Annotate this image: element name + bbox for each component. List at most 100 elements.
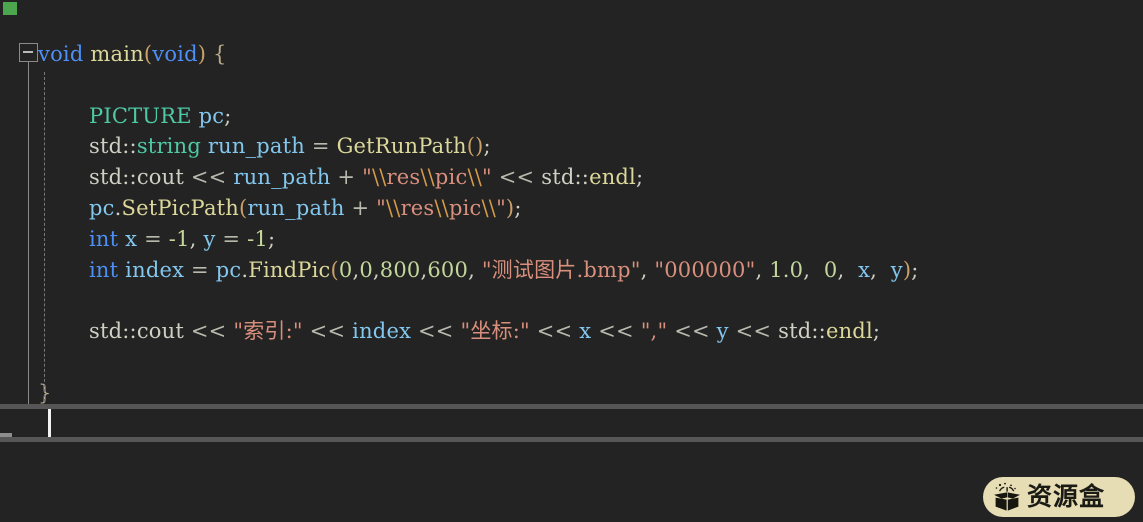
- code-token: ;: [635, 165, 644, 190]
- open-box-icon: [991, 482, 1025, 512]
- code-token: ;: [267, 226, 276, 251]
- code-token: <<: [498, 165, 535, 190]
- code-line[interactable]: pc.SetPicPath(run_path + "\\res\\pic\\")…: [89, 193, 522, 224]
- code-line[interactable]: std::cout << "索引:" << index << "坐标:" << …: [89, 316, 880, 347]
- code-token: 0: [338, 257, 353, 282]
- code-token: pic: [448, 196, 482, 220]
- code-token: ,: [803, 257, 818, 282]
- code-token: ::: [122, 134, 137, 159]
- code-token: (: [330, 257, 339, 282]
- code-token: ;: [872, 319, 881, 344]
- fold-collapse-icon[interactable]: [19, 43, 38, 62]
- code-token: =: [144, 226, 162, 251]
- code-token: ::: [811, 319, 826, 344]
- code-token: \\: [467, 165, 482, 190]
- code-line[interactable]: std::cout << run_path + "\\res\\pic\\" <…: [89, 162, 643, 193]
- code-token: 600: [427, 257, 469, 282]
- code-token: res: [386, 165, 421, 190]
- code-token: =: [311, 134, 330, 159]
- code-token: std: [778, 319, 812, 344]
- code-token: endl: [825, 319, 873, 344]
- code-token: <<: [190, 319, 227, 344]
- code-token: SetPicPath: [121, 196, 240, 220]
- code-line[interactable]: int index = pc.FindPic(0,0,800,600, "测试图…: [89, 255, 919, 286]
- code-token: index: [352, 319, 412, 344]
- indent-guide: [44, 72, 45, 402]
- code-token: cout: [136, 165, 184, 190]
- code-line[interactable]: void main(void) {: [38, 39, 227, 70]
- text-caret: [48, 409, 51, 437]
- code-token: -1: [168, 226, 190, 251]
- code-token: void: [152, 42, 198, 66]
- code-token: {: [213, 42, 227, 66]
- code-token: int: [89, 257, 119, 282]
- code-token: <<: [536, 319, 573, 344]
- code-token: .: [114, 196, 122, 220]
- code-token: <<: [309, 319, 346, 344]
- code-token: pc: [215, 257, 242, 282]
- code-token: ,: [372, 257, 380, 282]
- code-token: void: [38, 42, 84, 66]
- code-token: =: [191, 257, 209, 282]
- code-token: y: [203, 226, 216, 251]
- code-token: index: [125, 257, 185, 282]
- code-token: pc: [198, 103, 225, 128]
- code-token: \\: [371, 165, 387, 190]
- code-token: ;: [483, 134, 491, 159]
- code-token: x: [851, 257, 871, 282]
- code-token: run_path: [233, 165, 331, 190]
- code-token: pc: [89, 196, 115, 220]
- code-token: std: [89, 134, 123, 159]
- code-token: 1.0: [769, 257, 804, 282]
- code-token: FindPic: [248, 257, 331, 282]
- code-token: (): [466, 134, 484, 159]
- code-token: 0: [359, 257, 373, 282]
- code-token: ::: [122, 165, 137, 190]
- code-line[interactable]: int x = -1, y = -1;: [89, 224, 275, 255]
- code-token: ,: [870, 257, 884, 282]
- code-token: ,: [468, 257, 482, 282]
- code-token: x: [125, 226, 138, 251]
- code-token: ): [902, 257, 912, 282]
- code-token: ,: [837, 257, 852, 282]
- code-token: <<: [190, 165, 227, 190]
- horizontal-scrollbar[interactable]: [0, 404, 1143, 442]
- code-token: \\: [386, 196, 401, 220]
- code-token: ": [376, 196, 386, 220]
- code-line[interactable]: std::string run_path = GetRunPath();: [89, 131, 491, 162]
- code-token: res: [400, 196, 435, 220]
- scrollbar-left-cap[interactable]: [0, 433, 12, 437]
- code-line[interactable]: PICTURE pc;: [89, 101, 232, 132]
- code-token: ): [197, 42, 207, 66]
- watermark-label: 资源盒: [1027, 481, 1106, 511]
- code-token: (: [143, 42, 153, 66]
- code-token: run_path: [247, 196, 345, 220]
- code-token: GetRunPath: [336, 134, 467, 159]
- code-token: ::: [574, 165, 590, 190]
- fold-region-line: [27, 62, 30, 429]
- code-surface[interactable]: void main(void) {PICTURE pc; std::string …: [0, 0, 1143, 522]
- code-token: y: [883, 257, 903, 282]
- code-token: ,: [640, 257, 655, 282]
- code-token: -1: [247, 226, 268, 251]
- code-token: \\: [434, 196, 449, 220]
- code-token: ",": [640, 319, 668, 344]
- code-token: 0: [817, 257, 838, 282]
- code-token: ,: [755, 257, 770, 282]
- code-token: <<: [674, 319, 710, 344]
- code-token: "索引:": [233, 319, 303, 344]
- code-token: string: [136, 134, 201, 159]
- code-token: std: [89, 319, 123, 344]
- code-editor-window: void main(void) {PICTURE pc; std::string …: [0, 0, 1143, 522]
- code-token: <<: [735, 319, 772, 344]
- code-token: <<: [598, 319, 634, 344]
